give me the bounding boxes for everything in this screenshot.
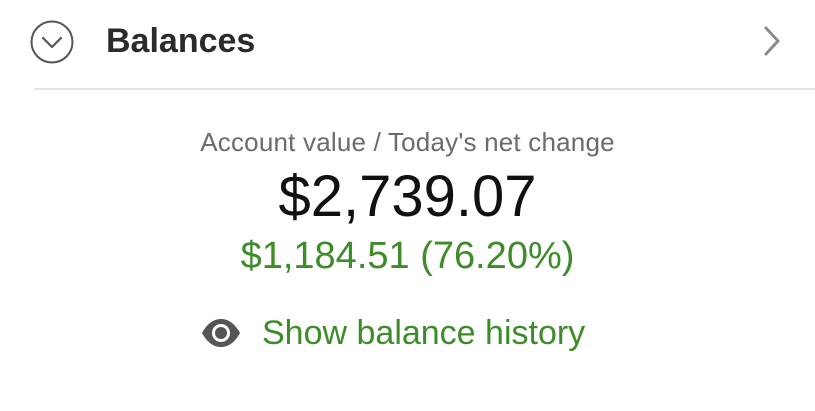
divider: [34, 88, 815, 90]
net-change: $1,184.51 (76.20%): [240, 235, 575, 277]
show-balance-history-link[interactable]: Show balance history: [200, 308, 585, 358]
balance-summary: Account value / Today's net change $2,73…: [0, 122, 815, 280]
summary-label: Account value / Today's net change: [200, 127, 615, 157]
account-value: $2,739.07: [278, 164, 537, 229]
chevron-down-circle-icon[interactable]: [30, 20, 74, 64]
eye-icon: [200, 318, 242, 348]
section-title: Balances: [106, 22, 256, 60]
chevron-right-icon[interactable]: [758, 24, 786, 58]
show-balance-history-label: Show balance history: [262, 314, 586, 352]
balances-header[interactable]: Balances: [0, 0, 815, 88]
